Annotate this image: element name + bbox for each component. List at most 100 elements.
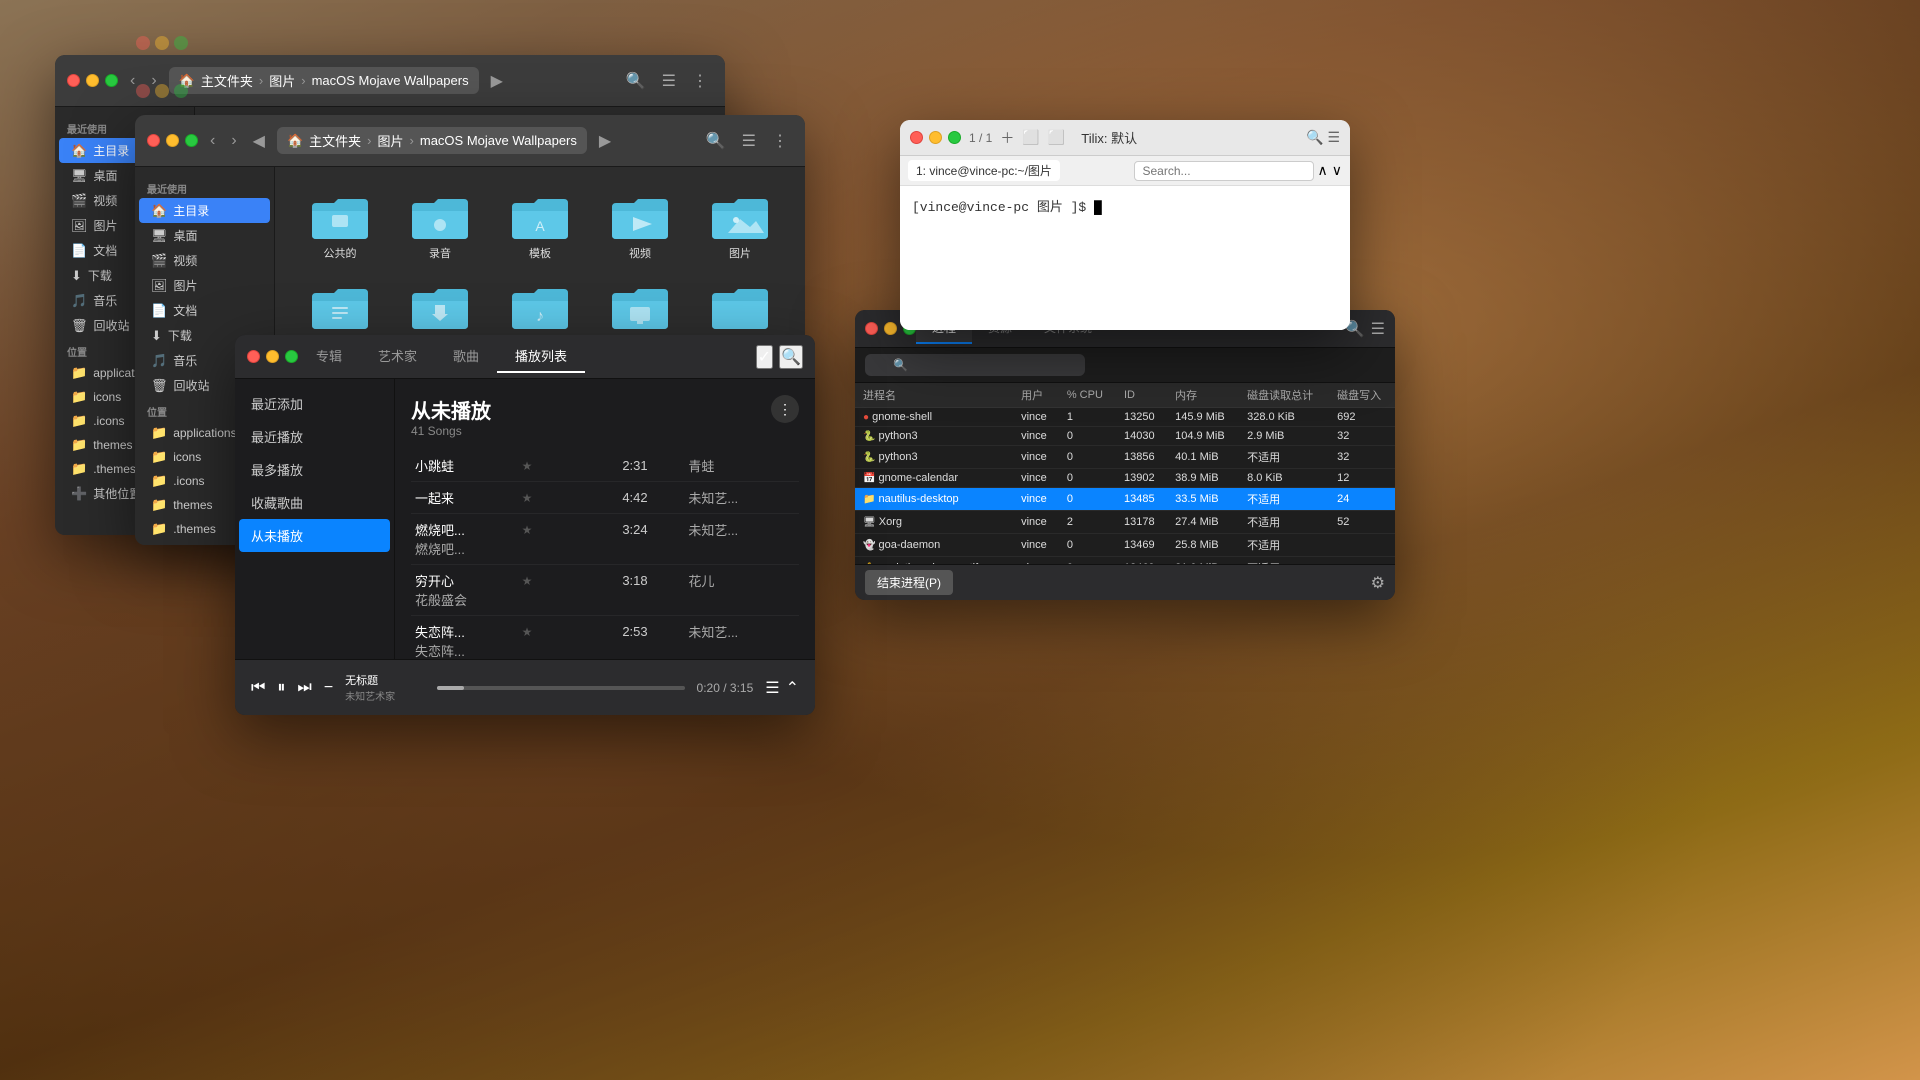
list-button[interactable]: ☰ — [765, 678, 779, 698]
tab-playlists[interactable]: 播放列表 — [497, 340, 585, 373]
close-button[interactable] — [247, 350, 260, 363]
view-options-button[interactable]: ⋮ — [687, 69, 713, 93]
add-pane-button[interactable]: ＋ — [1000, 128, 1014, 148]
song-row-1[interactable]: 小跳蛙 ★ 2:31 青蛙 — [411, 450, 799, 482]
minimize-button[interactable] — [929, 131, 942, 144]
folder-video-f[interactable]: 视频 — [595, 187, 685, 267]
sidebar-item-video-front[interactable]: 🎬 视频 — [139, 248, 270, 273]
folder-templates-f[interactable]: A 模板 — [495, 187, 585, 267]
tab-artists[interactable]: 艺术家 — [360, 340, 435, 373]
maximize-button[interactable] — [185, 134, 198, 147]
close-button[interactable] — [147, 134, 160, 147]
song-row-3[interactable]: 燃烧吧... ★ 3:24 未知艺... 燃烧吧... — [411, 514, 799, 565]
table-row[interactable]: 👻 goa-daemon vince01346925.8 MiB不适用 — [855, 534, 1395, 557]
sidebar-item-home-front[interactable]: 🏠 主目录 — [139, 198, 270, 223]
music-search-button[interactable]: 🔍 — [779, 345, 803, 369]
terminal-search-input[interactable] — [1134, 161, 1314, 181]
folder-pics-f[interactable]: 图片 — [695, 187, 785, 267]
search-up-button[interactable]: ∧ — [1318, 162, 1328, 179]
minimize-button[interactable] — [86, 74, 99, 87]
back-button[interactable]: ‹ — [206, 130, 219, 152]
song-row-5[interactable]: 失恋阵... ★ 2:53 未知艺... 失恋阵... — [411, 616, 799, 659]
next-button[interactable]: ⏭ — [297, 679, 311, 697]
table-row[interactable]: 🐍 python3 vince01385640.1 MiB不适用32 — [855, 446, 1395, 469]
table-row[interactable]: 🖥 Xorg vince21317827.4 MiB不适用52 — [855, 511, 1395, 534]
table-row[interactable]: 📅 gnome-calendar vince01390238.9 MiB8.0 … — [855, 469, 1395, 488]
play-button[interactable]: ▶ — [487, 69, 507, 93]
minimize-button[interactable] — [266, 350, 279, 363]
sidebar-item-pics-front[interactable]: 🖼 图片 — [139, 273, 270, 298]
breadcrumb-pics[interactable]: 图片 — [378, 131, 404, 150]
expand-button[interactable]: ⌃ — [786, 678, 799, 698]
close-button[interactable] — [67, 74, 80, 87]
breadcrumb-pics[interactable]: 图片 — [269, 71, 295, 90]
col-disk-w[interactable]: 磁盘写入 — [1329, 383, 1395, 408]
sysmon-filter-input[interactable] — [865, 354, 1085, 376]
search-button[interactable]: 🔍 — [701, 129, 731, 153]
col-user[interactable]: 用户 — [1013, 383, 1059, 408]
split-v-button[interactable]: ⬜ — [1048, 129, 1065, 146]
sidebar-recently-played[interactable]: 最近播放 — [235, 420, 394, 453]
view-list-button[interactable]: ☰ — [657, 69, 681, 93]
kill-process-button[interactable]: 结束进程(P) — [865, 570, 953, 595]
progress-bar[interactable] — [437, 686, 684, 690]
tb-yellow-alt-2[interactable] — [155, 84, 169, 98]
table-row[interactable]: ● gnome-shell vince113250145.9 MiB328.0 … — [855, 408, 1395, 427]
table-row[interactable]: 🐍 python3 vince014030104.9 MiB2.9 MiB32 — [855, 427, 1395, 446]
folder-public-f[interactable]: 公共的 — [295, 187, 385, 267]
forward-button[interactable]: › — [227, 130, 240, 152]
col-cpu[interactable]: % CPU — [1059, 383, 1116, 408]
col-disk-r[interactable]: 磁盘读取总计 — [1239, 383, 1329, 408]
tb-yellow-alt-1[interactable] — [155, 36, 169, 50]
tab-songs[interactable]: 歌曲 — [435, 340, 497, 373]
volume-button[interactable]: − — [324, 679, 333, 697]
breadcrumb-home[interactable]: 主文件夹 — [201, 71, 253, 90]
terminal-menu-button[interactable]: ☰ — [1327, 129, 1340, 146]
tb-red-alt-1[interactable] — [136, 36, 150, 50]
play-button[interactable]: ▶ — [595, 129, 615, 153]
song-row-2[interactable]: 一起来 ★ 4:42 未知艺... — [411, 482, 799, 514]
split-h-button[interactable]: ⬜ — [1022, 129, 1039, 146]
sysmon-gear-button[interactable]: ⚙ — [1371, 573, 1385, 593]
terminal-body[interactable]: [vince@vince-pc 图片 ]$ █ — [900, 186, 1350, 330]
search-button[interactable]: 🔍 — [621, 69, 651, 93]
terminal-search-button[interactable]: 🔍 — [1306, 129, 1323, 146]
tb-red-alt-2[interactable] — [136, 84, 150, 98]
play-pause-button[interactable]: ⏸ — [277, 679, 285, 697]
sidebar-item-docs-front[interactable]: 📄 文档 — [139, 298, 270, 323]
col-id[interactable]: ID — [1116, 383, 1167, 408]
view-options-button[interactable]: ⋮ — [767, 129, 793, 153]
breadcrumb-wallpapers[interactable]: macOS Mojave Wallpapers — [312, 73, 469, 88]
table-row-selected[interactable]: 📁 nautilus-desktop vince01348533.5 MiB不适… — [855, 488, 1395, 511]
terminal-tab-1[interactable]: 1: vince@vince-pc:~/图片 — [908, 160, 1060, 181]
breadcrumb-home[interactable]: 主文件夹 — [309, 131, 361, 150]
minimize-button[interactable] — [166, 134, 179, 147]
breadcrumb-wallpapers[interactable]: macOS Mojave Wallpapers — [420, 133, 577, 148]
close-button[interactable] — [910, 131, 923, 144]
playlist-menu-button[interactable]: ⋮ — [771, 395, 799, 423]
sidebar-most-played[interactable]: 最多播放 — [235, 453, 394, 486]
breadcrumb[interactable]: 🏠 主文件夹 › 图片 › macOS Mojave Wallpapers — [169, 67, 479, 94]
close-button[interactable] — [865, 322, 878, 335]
breadcrumb[interactable]: 🏠 主文件夹 › 图片 › macOS Mojave Wallpapers — [277, 127, 587, 154]
tab-albums[interactable]: 专辑 — [298, 340, 360, 373]
check-button[interactable]: ✓ — [756, 345, 773, 369]
tb-green-alt-2[interactable] — [174, 84, 188, 98]
prev-button[interactable]: ⏮ — [251, 679, 265, 697]
maximize-button[interactable] — [285, 350, 298, 363]
sidebar-toggle-button[interactable]: ◀ — [249, 129, 269, 153]
col-name[interactable]: 进程名 — [855, 383, 1013, 408]
minimize-button[interactable] — [884, 322, 897, 335]
maximize-button[interactable] — [948, 131, 961, 144]
view-list-button[interactable]: ☰ — [737, 129, 761, 153]
tb-green-alt-1[interactable] — [174, 36, 188, 50]
maximize-button[interactable] — [105, 74, 118, 87]
sidebar-item-desktop-front[interactable]: 🖥 桌面 — [139, 223, 270, 248]
sidebar-recently-added[interactable]: 最近添加 — [235, 387, 394, 420]
sidebar-favorites[interactable]: 收藏歌曲 — [235, 486, 394, 519]
search-down-button[interactable]: ∨ — [1332, 162, 1342, 179]
folder-recordings-f[interactable]: 录音 — [395, 187, 485, 267]
song-row-4[interactable]: 穷开心 ★ 3:18 花儿 花般盛会 — [411, 565, 799, 616]
sidebar-never-played[interactable]: 从未播放 — [239, 519, 390, 552]
sysmon-menu-icon[interactable]: ☰ — [1371, 319, 1385, 339]
